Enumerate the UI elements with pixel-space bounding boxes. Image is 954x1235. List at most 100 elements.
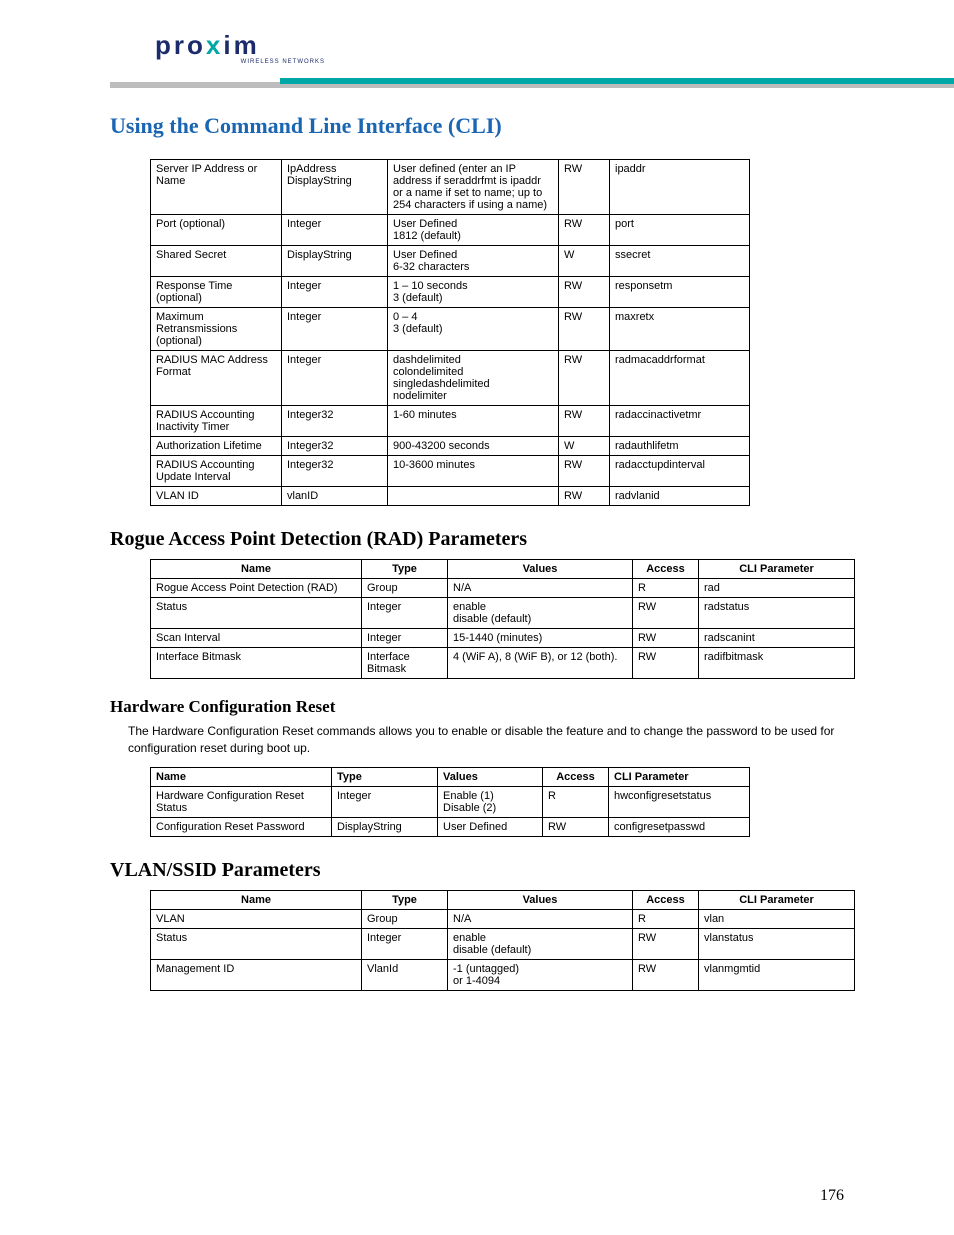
cell-type: Integer32 (282, 437, 388, 456)
cell-cli: radaccinactivetmr (610, 406, 750, 437)
table-row: Rogue Access Point Detection (RAD)GroupN… (151, 579, 855, 598)
cell-type: IpAddress DisplayString (282, 160, 388, 215)
cell-cli: radifbitmask (699, 648, 855, 679)
table-row: Configuration Reset PasswordDisplayStrin… (151, 817, 750, 836)
cell-type: Integer (362, 598, 448, 629)
cell-cli: ssecret (610, 246, 750, 277)
cell-name: Management ID (151, 959, 362, 990)
hcr-heading: Hardware Configuration Reset (110, 697, 844, 717)
col-name: Name (151, 560, 362, 579)
logo-text: proxim (155, 30, 260, 60)
table-row: Scan IntervalInteger15-1440 (minutes)RWr… (151, 629, 855, 648)
cell-access: R (543, 786, 609, 817)
page-header: proxim WIRELESS NETWORKS (0, 0, 954, 95)
col-cli: CLI Parameter (699, 890, 855, 909)
cell-values: 1 – 10 seconds3 (default) (388, 277, 559, 308)
logo: proxim WIRELESS NETWORKS (155, 30, 325, 65)
col-access: Access (543, 767, 609, 786)
cell-type: Integer (282, 308, 388, 351)
cell-values: N/A (448, 579, 633, 598)
cell-access: RW (633, 928, 699, 959)
cell-access: W (559, 437, 610, 456)
col-name: Name (151, 767, 332, 786)
cell-type: Integer (282, 215, 388, 246)
cell-name: Authorization Lifetime (151, 437, 282, 456)
cell-name: Rogue Access Point Detection (RAD) (151, 579, 362, 598)
cell-name: Server IP Address or Name (151, 160, 282, 215)
cell-values: User Defined1812 (default) (388, 215, 559, 246)
cell-values: 0 – 43 (default) (388, 308, 559, 351)
cell-cli: radscanint (699, 629, 855, 648)
header-divider-teal (280, 78, 954, 84)
radius-params-section: Server IP Address or NameIpAddress Displ… (110, 159, 844, 506)
cell-access: RW (559, 215, 610, 246)
cell-access: RW (633, 648, 699, 679)
cell-values: enabledisable (default) (448, 598, 633, 629)
cell-access: RW (559, 277, 610, 308)
cell-values (388, 487, 559, 506)
cell-values: 900-43200 seconds (388, 437, 559, 456)
cell-name: Shared Secret (151, 246, 282, 277)
cell-type: Interface Bitmask (362, 648, 448, 679)
cell-name: Hardware Configuration Reset Status (151, 786, 332, 817)
rad-section: Rogue Access Point Detection (RAD) Param… (110, 528, 844, 679)
cell-access: RW (633, 598, 699, 629)
cell-name: Configuration Reset Password (151, 817, 332, 836)
cell-type: Integer (362, 629, 448, 648)
cell-type: Group (362, 579, 448, 598)
cell-access: R (633, 579, 699, 598)
table-row: VLANGroupN/ARvlan (151, 909, 855, 928)
cell-name: VLAN (151, 909, 362, 928)
col-type: Type (362, 560, 448, 579)
cell-values: enabledisable (default) (448, 928, 633, 959)
hcr-paragraph: The Hardware Configuration Reset command… (128, 723, 844, 757)
cell-cli: responsetm (610, 277, 750, 308)
table-row: Hardware Configuration Reset StatusInteg… (151, 786, 750, 817)
table-row: VLAN IDvlanIDRWradvlanid (151, 487, 750, 506)
cell-access: RW (559, 406, 610, 437)
cell-name: Maximum Retransmissions (optional) (151, 308, 282, 351)
cell-name: VLAN ID (151, 487, 282, 506)
cell-cli: radacctupdinterval (610, 456, 750, 487)
cell-values: 1-60 minutes (388, 406, 559, 437)
cell-name: Status (151, 598, 362, 629)
cell-name: Status (151, 928, 362, 959)
cell-cli: vlanstatus (699, 928, 855, 959)
table-row: Response Time (optional)Integer1 – 10 se… (151, 277, 750, 308)
cell-values: User defined (enter an IP address if ser… (388, 160, 559, 215)
hcr-table: Name Type Values Access CLI Parameter Ha… (150, 767, 750, 837)
document-page: proxim WIRELESS NETWORKS Using the Comma… (0, 0, 954, 1235)
hcr-section: Hardware Configuration Reset The Hardwar… (110, 697, 844, 837)
table-row: Management IDVlanId-1 (untagged)or 1-409… (151, 959, 855, 990)
col-cli: CLI Parameter (699, 560, 855, 579)
col-values: Values (448, 890, 633, 909)
table-row: Authorization LifetimeInteger32900-43200… (151, 437, 750, 456)
cell-name: Scan Interval (151, 629, 362, 648)
cell-cli: port (610, 215, 750, 246)
cell-type: DisplayString (332, 817, 438, 836)
table-row: StatusIntegerenabledisable (default)RWvl… (151, 928, 855, 959)
cell-type: Integer (332, 786, 438, 817)
table-row: StatusIntegerenabledisable (default)RWra… (151, 598, 855, 629)
cell-cli: ipaddr (610, 160, 750, 215)
cell-name: Response Time (optional) (151, 277, 282, 308)
table-row: RADIUS MAC Address FormatIntegerdashdeli… (151, 351, 750, 406)
cell-type: Integer (282, 277, 388, 308)
cell-access: RW (559, 160, 610, 215)
cell-cli: vlan (699, 909, 855, 928)
cell-access: RW (559, 456, 610, 487)
cell-type: vlanID (282, 487, 388, 506)
col-type: Type (332, 767, 438, 786)
page-title: Using the Command Line Interface (CLI) (110, 113, 954, 139)
cell-type: Integer32 (282, 456, 388, 487)
cell-cli: hwconfigresetstatus (609, 786, 750, 817)
vlan-table: Name Type Values Access CLI Parameter VL… (150, 890, 855, 991)
cell-cli: configresetpasswd (609, 817, 750, 836)
cell-cli: radmacaddrformat (610, 351, 750, 406)
col-type: Type (362, 890, 448, 909)
cell-values: dashdelimitedcolondelimitedsingledashdel… (388, 351, 559, 406)
cell-name: RADIUS Accounting Update Interval (151, 456, 282, 487)
cell-type: VlanId (362, 959, 448, 990)
table-row: RADIUS Accounting Inactivity TimerIntege… (151, 406, 750, 437)
radius-params-table: Server IP Address or NameIpAddress Displ… (150, 159, 750, 506)
